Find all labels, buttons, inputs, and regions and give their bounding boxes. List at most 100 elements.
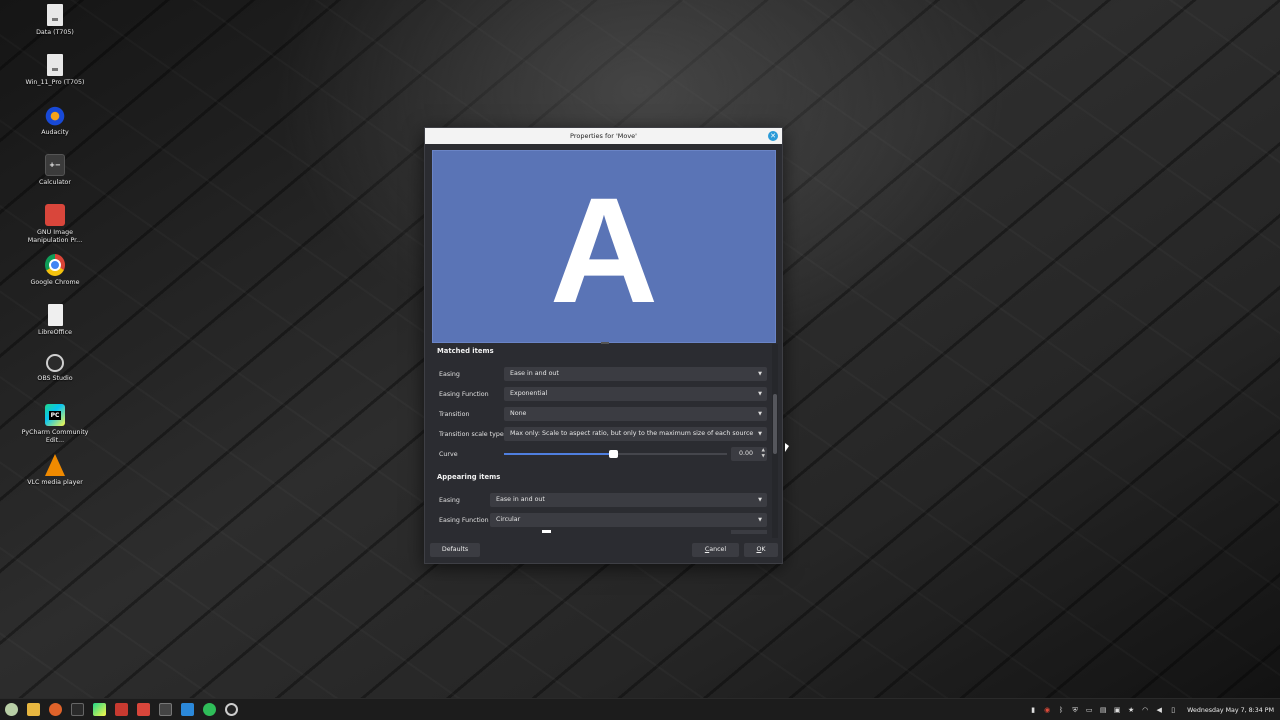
matched-easing-label: Easing xyxy=(439,370,460,378)
camera-icon xyxy=(180,703,194,716)
taskbar-app-firefox[interactable] xyxy=(44,699,66,720)
desktop-icon-label: Calculator xyxy=(39,179,71,186)
desktop-icon-win11-drive[interactable]: Win_11_Pro (T705) xyxy=(18,54,92,104)
matched-transition-value: None xyxy=(510,410,527,417)
battery-icon[interactable]: ▯ xyxy=(1169,706,1177,714)
clock[interactable]: Wednesday May 7, 8:34 PM xyxy=(1187,707,1274,714)
desktop-icon-label: OBS Studio xyxy=(37,375,73,382)
desktop-icon-gimp[interactable]: GNU Image Manipulation Pr... xyxy=(18,204,92,254)
appearing-easing-function-row: Easing Function Circular ▼ xyxy=(432,510,772,530)
libreoffice-icon xyxy=(47,304,63,326)
desktop-icon-audacity[interactable]: Audacity xyxy=(18,104,92,154)
chevron-down-icon: ▼ xyxy=(758,371,762,377)
appearing-easing-function-select[interactable]: Circular ▼ xyxy=(490,513,767,527)
matched-easing-value: Ease in and out xyxy=(510,370,559,377)
desktop-icon-calculator[interactable]: +− Calculator xyxy=(18,154,92,204)
appearing-easing-function-value: Circular xyxy=(496,516,521,523)
taskbar-app-pycharm[interactable] xyxy=(88,699,110,720)
matched-easing-function-select[interactable]: Exponential ▼ xyxy=(504,387,767,401)
matched-transition-select[interactable]: None ▼ xyxy=(504,407,767,421)
appearing-curve-slider-handle[interactable] xyxy=(542,530,551,533)
desktop-icon-label: PyCharm Community Edit... xyxy=(21,429,89,444)
matched-transition-label: Transition xyxy=(439,410,470,418)
desktop-icon-data-drive[interactable]: Data (T705) xyxy=(18,4,92,54)
bluetooth-icon[interactable]: ᛒ xyxy=(1057,706,1065,714)
system-tray: ▮ ◉ ᛒ ⛨ ▭ ▤ ▣ ★ ◠ ◀ ▯ Wednesday May 7, 8… xyxy=(1029,699,1274,720)
curve-slider-handle[interactable] xyxy=(609,450,619,458)
desktop-icon-chrome[interactable]: Google Chrome xyxy=(18,254,92,304)
curve-value: 0.00 xyxy=(738,450,753,457)
properties-scrollbar[interactable] xyxy=(772,344,778,538)
desktop-icon-label: VLC media player xyxy=(27,479,83,486)
appearing-easing-function-label: Easing Function xyxy=(439,516,489,524)
appearing-curve-row-clipped xyxy=(432,530,772,536)
desktop-icon-vlc[interactable]: VLC media player xyxy=(18,454,92,504)
terminal-icon xyxy=(70,703,84,716)
taskbar-app-calculator[interactable] xyxy=(154,699,176,720)
dialog-titlebar[interactable]: Properties for 'Move' ✕ xyxy=(425,128,782,144)
appearing-easing-label: Easing xyxy=(439,496,460,504)
folder-icon xyxy=(26,703,40,716)
update-shield-icon[interactable]: ⛨ xyxy=(1071,706,1079,714)
network-device-icon[interactable]: ▭ xyxy=(1085,706,1093,714)
desktop-icon-label: LibreOffice xyxy=(38,329,72,336)
appearing-curve-spinbox[interactable] xyxy=(731,530,767,534)
appearing-easing-row: Easing Ease in and out ▼ xyxy=(432,490,772,510)
taskbar-app-terminal[interactable] xyxy=(66,699,88,720)
taskbar: ▮ ◉ ᛒ ⛨ ▭ ▤ ▣ ★ ◠ ◀ ▯ Wednesday May 7, 8… xyxy=(0,698,1280,720)
volume-icon[interactable]: ◀ xyxy=(1155,706,1163,714)
matched-easing-select[interactable]: Ease in and out ▼ xyxy=(504,367,767,381)
cancel-button[interactable]: Cancel xyxy=(692,543,739,557)
ok-button-label: K xyxy=(761,546,766,553)
printer-icon[interactable]: ▤ xyxy=(1099,706,1107,714)
mint-menu-icon xyxy=(4,703,18,716)
desktop-icon-libreoffice[interactable]: LibreOffice xyxy=(18,304,92,354)
dialog-title: Properties for 'Move' xyxy=(570,132,637,140)
drive-icon xyxy=(47,54,63,76)
pycharm-icon: PC xyxy=(45,404,65,426)
taskbar-menu-button[interactable] xyxy=(0,699,22,720)
chevron-down-icon: ▼ xyxy=(758,431,762,437)
obs-icon xyxy=(46,354,64,372)
defaults-button-label: Defaults xyxy=(441,546,469,553)
gimp-icon xyxy=(114,703,128,716)
matched-scale-type-row: Transition scale type Max only: Scale to… xyxy=(432,424,772,444)
defaults-button[interactable]: Defaults xyxy=(430,543,480,557)
desktop-icon-obs[interactable]: OBS Studio xyxy=(18,354,92,404)
matched-easing-function-label: Easing Function xyxy=(439,390,489,398)
wifi-icon[interactable]: ◠ xyxy=(1141,706,1149,714)
matched-scale-type-select[interactable]: Max only: Scale to aspect ratio, but onl… xyxy=(504,427,767,441)
firefox-icon xyxy=(48,703,62,716)
matched-curve-label: Curve xyxy=(439,450,458,458)
recording-icon[interactable]: ◉ xyxy=(1043,706,1051,714)
matched-items-title: Matched items xyxy=(437,347,494,355)
desktop-icon-label: GNU Image Manipulation Pr... xyxy=(27,229,83,244)
taskbar-app-spotify[interactable] xyxy=(198,699,220,720)
display-icon[interactable]: ▣ xyxy=(1113,706,1121,714)
cancel-button-label: ancel xyxy=(709,546,727,553)
curve-slider[interactable] xyxy=(504,447,727,461)
properties-dialog: Properties for 'Move' ✕ A Matched items … xyxy=(424,127,783,564)
vlc-icon xyxy=(45,454,65,476)
spin-arrows-icon[interactable]: ▲ ▼ xyxy=(762,448,765,460)
curve-spinbox[interactable]: 0.00 ▲ ▼ xyxy=(731,447,767,461)
source-preview: A xyxy=(432,150,776,343)
appearing-easing-select[interactable]: Ease in and out ▼ xyxy=(490,493,767,507)
taskbar-app-gimp[interactable] xyxy=(110,699,132,720)
taskbar-app-files[interactable] xyxy=(22,699,44,720)
ok-button[interactable]: OK xyxy=(744,543,778,557)
scrollbar-thumb[interactable] xyxy=(773,394,777,454)
matched-easing-row: Easing Ease in and out ▼ xyxy=(432,364,772,384)
desktop-icon-label: Win_11_Pro (T705) xyxy=(25,79,85,86)
star-icon[interactable]: ★ xyxy=(1127,706,1135,714)
close-icon[interactable]: ✕ xyxy=(768,131,778,141)
chevron-down-icon: ▼ xyxy=(758,497,762,503)
taskbar-app-camera[interactable] xyxy=(176,699,198,720)
taskbar-app-obs[interactable] xyxy=(220,699,242,720)
audacity-icon xyxy=(45,104,65,126)
taskbar-app-gimp-2[interactable] xyxy=(132,699,154,720)
desktop-icon-pycharm[interactable]: PC PyCharm Community Edit... xyxy=(18,404,92,454)
matched-transition-row: Transition None ▼ xyxy=(432,404,772,424)
matched-scale-type-label: Transition scale type xyxy=(439,430,504,438)
clipboard-icon[interactable]: ▮ xyxy=(1029,706,1037,714)
